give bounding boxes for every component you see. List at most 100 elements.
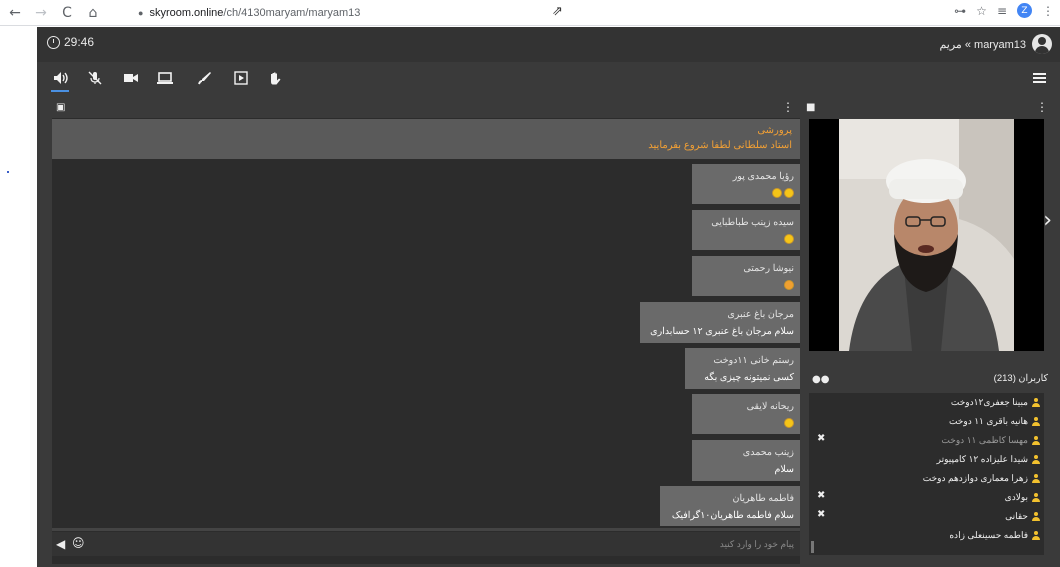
user-item[interactable]: بولادی [1005, 492, 1040, 503]
bookmark-star-icon[interactable]: ☆ [976, 4, 987, 18]
user-icon [1032, 474, 1040, 483]
user-name: مبینا جعفری۱۲دوخت [950, 397, 1028, 407]
play-icon[interactable] [231, 69, 251, 87]
mouse-cursor-icon: ⇗ [552, 4, 563, 19]
chat-message: نیوشا رحمتی [692, 256, 800, 296]
video-panel: ■ ⋮ › [802, 98, 1054, 351]
message-sender: نیوشا رحمتی [743, 263, 794, 274]
pen-icon[interactable] [195, 69, 215, 87]
users-count-title: کاربران (213) [993, 373, 1048, 384]
laughing-emoji-icon [784, 418, 794, 429]
laughing-emoji-icon [772, 188, 782, 199]
users-panel: ●● کاربران (213) مبینا جعفری۱۲دوخت هانیه… [802, 371, 1054, 564]
user-icon [1032, 455, 1040, 464]
user-icon [1032, 436, 1040, 445]
divider [52, 528, 800, 531]
users-panel-header: ●● کاربران (213) [802, 371, 1054, 391]
user-info[interactable]: maryam13 » مریم [939, 34, 1052, 54]
chat-options-icon[interactable]: ⋮ [782, 100, 794, 114]
mic-muted-icon[interactable]: ✖ [817, 433, 825, 444]
mic-muted-icon[interactable]: ✖ [817, 509, 825, 520]
clock-icon [47, 35, 60, 49]
page-dot [7, 171, 9, 173]
chat-message: مرجان باغ عنبری سلام مرجان باغ عنبری ۱۲ … [640, 302, 800, 343]
home-icon[interactable]: ⌂ [82, 2, 104, 24]
user-display-name: maryam13 » مریم [939, 38, 1026, 51]
video-panel-header: ■ ⋮ [802, 98, 1054, 116]
pinned-message-text: استاد سلطانی لطفا شروع بفرمایید [648, 140, 792, 151]
forward-icon[interactable]: → [30, 2, 52, 24]
users-scrollbar[interactable] [811, 541, 814, 553]
user-name: حقانی [1005, 511, 1028, 521]
user-item[interactable]: زهرا معماری دوازدهم دوخت [923, 473, 1040, 484]
browser-actions: ⊶ ☆ ≡ Z ⋮ [954, 3, 1054, 18]
chat-message: فاطمه طاهریان سلام فاطمه طاهریان۱۰گرافیک [660, 486, 800, 526]
video-stream[interactable] [809, 119, 1044, 351]
chat-input-bar: ◀ ☺ [52, 532, 800, 556]
user-icon [1032, 512, 1040, 521]
profile-avatar[interactable]: Z [1017, 3, 1032, 18]
key-icon[interactable]: ⊶ [954, 4, 966, 18]
video-camera-icon: ■ [806, 102, 816, 113]
chat-message: ریحانه لایقی [692, 394, 800, 434]
message-text: سلام فاطمه طاهریان۱۰گرافیک [671, 510, 794, 521]
chat-icon: ▣ [56, 102, 66, 113]
timer-text: 29:46 [64, 35, 95, 49]
user-item[interactable]: هانیه باقری ۱۱ دوخت [949, 416, 1040, 427]
message-sender: زینب محمدی [742, 447, 794, 458]
chat-message: سیده زینب طباطبایی [692, 210, 800, 250]
users-list[interactable]: مبینا جعفری۱۲دوخت هانیه باقری ۱۱ دوخت مه… [809, 393, 1044, 555]
browser-menu-icon[interactable]: ⋮ [1042, 4, 1054, 18]
clapping-emoji-icon [784, 280, 794, 291]
laughing-emoji-icon [784, 234, 794, 245]
back-icon[interactable]: ← [4, 2, 26, 24]
user-name: فاطمه حسینعلی زاده [949, 530, 1028, 540]
pinned-message-name: پرورشی [757, 125, 792, 136]
user-item[interactable]: مهسا کاظمی ۱۱ دوخت [941, 435, 1040, 446]
lock-icon: ● [138, 8, 144, 18]
app-header: 29:46 maryam13 » مریم [37, 27, 1060, 62]
address-bar[interactable]: ● skyroom.online /ch/4130maryam/maryam13 [138, 3, 998, 23]
message-sender: رؤیا محمدی پور [732, 171, 794, 182]
video-options-icon[interactable]: ⋮ [1036, 100, 1048, 114]
emoji-row [698, 185, 794, 202]
camera-icon[interactable] [121, 69, 141, 87]
url-host: skyroom.online [149, 7, 224, 19]
reload-icon[interactable]: C [56, 2, 78, 24]
mic-off-icon[interactable] [85, 69, 105, 87]
user-icon [1032, 531, 1040, 540]
account-icon[interactable] [1032, 34, 1052, 54]
user-item[interactable]: شیدا علیزاده ۱۲ کامپیوتر [937, 454, 1040, 465]
hamburger-menu-icon[interactable] [1033, 73, 1046, 83]
emoji-picker-icon[interactable]: ☺ [72, 536, 85, 550]
chat-message-input[interactable] [94, 536, 794, 552]
user-item[interactable]: حقانی [1005, 511, 1040, 522]
message-list[interactable]: رؤیا محمدی پور سیده زینب طباطبایی نیوشا … [52, 162, 800, 526]
media-control-icon[interactable]: ≡ [997, 4, 1007, 18]
message-sender: رستم خانی ۱۱دوخت [713, 355, 794, 366]
user-name: زهرا معماری دوازدهم دوخت [922, 473, 1028, 483]
user-item[interactable]: فاطمه حسینعلی زاده [949, 530, 1040, 541]
chevron-right-icon[interactable]: › [1043, 208, 1052, 233]
emoji-row [698, 277, 794, 294]
presenter-video-image [839, 119, 1014, 351]
chat-message: زینب محمدی سلام [692, 440, 800, 481]
user-icon [1032, 417, 1040, 426]
session-timer: 29:46 [47, 35, 94, 49]
user-icon [1032, 398, 1040, 407]
speaker-icon[interactable] [51, 69, 71, 92]
screen-share-icon[interactable] [155, 69, 175, 87]
raise-hand-icon[interactable] [265, 69, 285, 87]
user-name: شیدا علیزاده ۱۲ کامپیوتر [936, 454, 1028, 464]
screen: ← → C ⌂ ● skyroom.online /ch/4130maryam/… [0, 0, 1060, 567]
toolbar [37, 62, 1060, 95]
mic-muted-icon[interactable]: ✖ [817, 490, 825, 501]
skyroom-app: 29:46 maryam13 » مریم ▣ ⋮ پرورشی استاد س… [37, 27, 1060, 567]
emoji-row [698, 231, 794, 248]
send-icon[interactable]: ◀ [56, 537, 65, 551]
browser-toolbar: ← → C ⌂ ● skyroom.online /ch/4130maryam/… [0, 0, 1060, 26]
message-sender: سیده زینب طباطبایی [711, 217, 794, 228]
message-text: سلام مرجان باغ عنبری ۱۲ حسابداری [650, 326, 794, 337]
message-sender: مرجان باغ عنبری [727, 309, 794, 320]
user-item[interactable]: مبینا جعفری۱۲دوخت [951, 397, 1040, 408]
